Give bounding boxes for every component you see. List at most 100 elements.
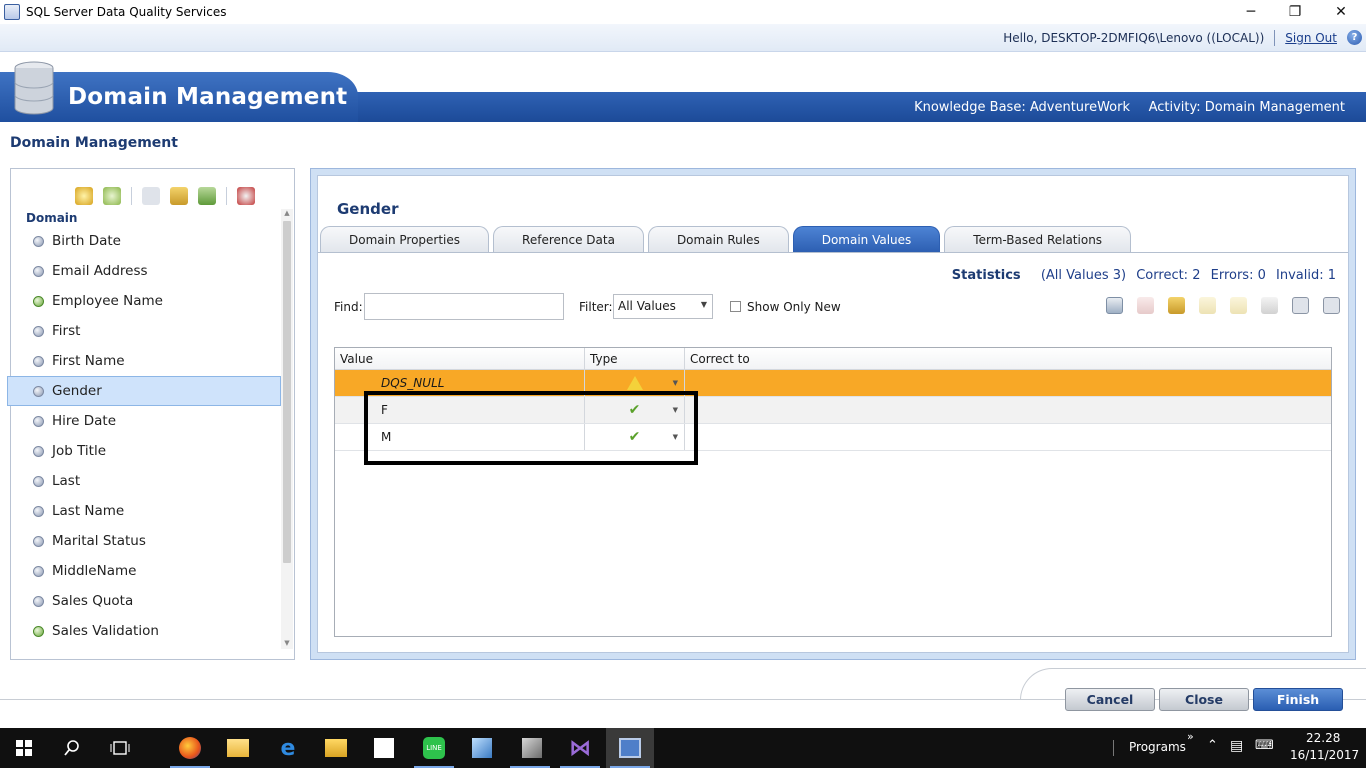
tools-icon[interactable]: [520, 736, 544, 760]
domain-item-sales-quota[interactable]: Sales Quota: [11, 586, 281, 616]
tab-domain-properties[interactable]: Domain Properties: [320, 226, 490, 252]
column-type[interactable]: Type: [585, 348, 685, 369]
virtualbox-icon[interactable]: [470, 736, 494, 760]
add-value-icon[interactable]: [1106, 297, 1123, 314]
edge-icon[interactable]: e: [276, 736, 300, 761]
domain-icon: [33, 595, 44, 607]
store-icon[interactable]: [372, 736, 396, 760]
domain-item-hire-date[interactable]: Hire Date: [11, 406, 281, 436]
delete-value-icon[interactable]: [1137, 297, 1154, 314]
clock-time[interactable]: 22.28: [1306, 731, 1340, 745]
composite-domain-icon: [33, 625, 44, 637]
correct-to-cell[interactable]: [685, 424, 1331, 450]
domain-list-scrollbar[interactable]: ▲ ▼: [281, 209, 293, 649]
chevron-down-icon[interactable]: ▼: [673, 379, 678, 387]
domain-item-label: Birth Date: [52, 233, 121, 249]
show-only-new-checkbox[interactable]: [730, 301, 741, 312]
activity-label: Activity: Domain Management: [1148, 100, 1345, 115]
domain-item-employee-name[interactable]: Employee Name: [11, 286, 281, 316]
domain-icon: [33, 355, 44, 367]
task-view-icon[interactable]: [108, 736, 132, 760]
search-icon[interactable]: [60, 736, 84, 760]
sign-out-link[interactable]: Sign Out: [1285, 31, 1337, 45]
import-values-icon[interactable]: [1168, 297, 1185, 314]
create-composite-domain-icon[interactable]: [103, 187, 121, 205]
stat-correct[interactable]: Correct: 2: [1136, 268, 1200, 283]
collapse-all-icon[interactable]: [1323, 297, 1340, 314]
domain-item-last[interactable]: Last: [11, 466, 281, 496]
visual-studio-icon[interactable]: ⋈: [568, 736, 592, 761]
clock-date[interactable]: 16/11/2017: [1290, 748, 1359, 762]
composite-domain-icon: [33, 295, 44, 307]
close-button[interactable]: Close: [1159, 688, 1249, 711]
domain-icon: [33, 265, 44, 277]
domain-icon: [33, 325, 44, 337]
set-synonyms-icon[interactable]: [1199, 297, 1216, 314]
programs-toolbar[interactable]: Programs: [1129, 740, 1186, 754]
domain-item-first-name[interactable]: First Name: [11, 346, 281, 376]
tab-reference-data[interactable]: Reference Data: [493, 226, 644, 252]
domain-item-sales-validation[interactable]: Sales Validation: [11, 616, 281, 646]
create-domain-icon[interactable]: [75, 187, 93, 205]
break-synonyms-icon[interactable]: [1230, 297, 1247, 314]
window-titlebar: SQL Server Data Quality Services ─ ❐ ✕: [0, 0, 1366, 24]
domain-item-label: Last Name: [52, 503, 125, 519]
domain-toolbar: [75, 187, 255, 205]
scrollbar-thumb[interactable]: [283, 221, 291, 563]
export-domain-icon[interactable]: [198, 187, 216, 205]
duplicate-domain-icon[interactable]: [142, 187, 160, 205]
close-window-button[interactable]: ✕: [1318, 0, 1364, 24]
domain-item-middlename[interactable]: MiddleName: [11, 556, 281, 586]
import-domain-icon[interactable]: [170, 187, 188, 205]
domain-item-label: Hire Date: [52, 413, 117, 429]
tray-divider: [1113, 740, 1114, 756]
chevron-up-icon[interactable]: ⌃: [1207, 738, 1218, 753]
help-icon[interactable]: ?: [1347, 30, 1362, 45]
file-explorer-icon[interactable]: [226, 736, 250, 760]
stat-all-values[interactable]: (All Values 3): [1041, 268, 1126, 283]
column-correct-to[interactable]: Correct to: [685, 348, 1331, 369]
stat-invalid[interactable]: Invalid: 1: [1276, 268, 1336, 283]
domain-item-first[interactable]: First: [11, 316, 281, 346]
domain-item-email-address[interactable]: Email Address: [11, 256, 281, 286]
scroll-up-icon[interactable]: ▲: [281, 209, 293, 219]
domain-item-job-title[interactable]: Job Title: [11, 436, 281, 466]
minimize-button[interactable]: ─: [1228, 0, 1274, 24]
domain-list: Birth Date Email Address Employee Name F…: [7, 226, 281, 646]
toolbar-expand-icon[interactable]: »: [1187, 730, 1194, 743]
dqs-client-icon[interactable]: [618, 736, 642, 760]
cancel-button[interactable]: Cancel: [1065, 688, 1155, 711]
firefox-icon[interactable]: [178, 736, 202, 760]
filter-select[interactable]: All Values ▼: [613, 294, 713, 319]
grid-header: Value Type Correct to: [335, 348, 1331, 370]
divider: [1274, 29, 1276, 46]
tab-domain-values[interactable]: Domain Values: [792, 226, 941, 252]
keyboard-icon[interactable]: ⌨: [1255, 738, 1274, 753]
windows-start-icon[interactable]: [12, 736, 36, 760]
domain-item-gender[interactable]: Gender: [7, 376, 281, 406]
tab-term-based-relations[interactable]: Term-Based Relations: [944, 226, 1132, 252]
domain-item-birth-date[interactable]: Birth Date: [11, 226, 281, 256]
finish-button[interactable]: Finish: [1253, 688, 1343, 711]
restore-button[interactable]: ❐: [1272, 0, 1318, 24]
domain-tabs: Domain Properties Reference Data Domain …: [320, 226, 1135, 252]
expand-all-icon[interactable]: [1292, 297, 1309, 314]
domain-item-marital-status[interactable]: Marital Status: [11, 526, 281, 556]
folder-icon[interactable]: [324, 736, 348, 760]
column-value[interactable]: Value: [335, 348, 585, 369]
notification-icon[interactable]: ▤: [1230, 738, 1243, 754]
chevron-down-icon: ▼: [700, 300, 707, 309]
correct-to-cell[interactable]: [685, 370, 1331, 396]
find-input[interactable]: [364, 293, 564, 320]
domain-icon: [33, 535, 44, 547]
tab-domain-rules[interactable]: Domain Rules: [647, 226, 789, 252]
correct-to-cell[interactable]: [685, 397, 1331, 423]
delete-domain-icon[interactable]: [237, 187, 255, 205]
scroll-down-icon[interactable]: ▼: [281, 639, 293, 649]
database-icon: [14, 61, 54, 115]
stat-errors[interactable]: Errors: 0: [1211, 268, 1266, 283]
domain-item-label: First: [52, 323, 81, 339]
line-icon[interactable]: LINE: [422, 736, 446, 760]
find-replace-icon[interactable]: [1261, 297, 1278, 314]
domain-item-last-name[interactable]: Last Name: [11, 496, 281, 526]
